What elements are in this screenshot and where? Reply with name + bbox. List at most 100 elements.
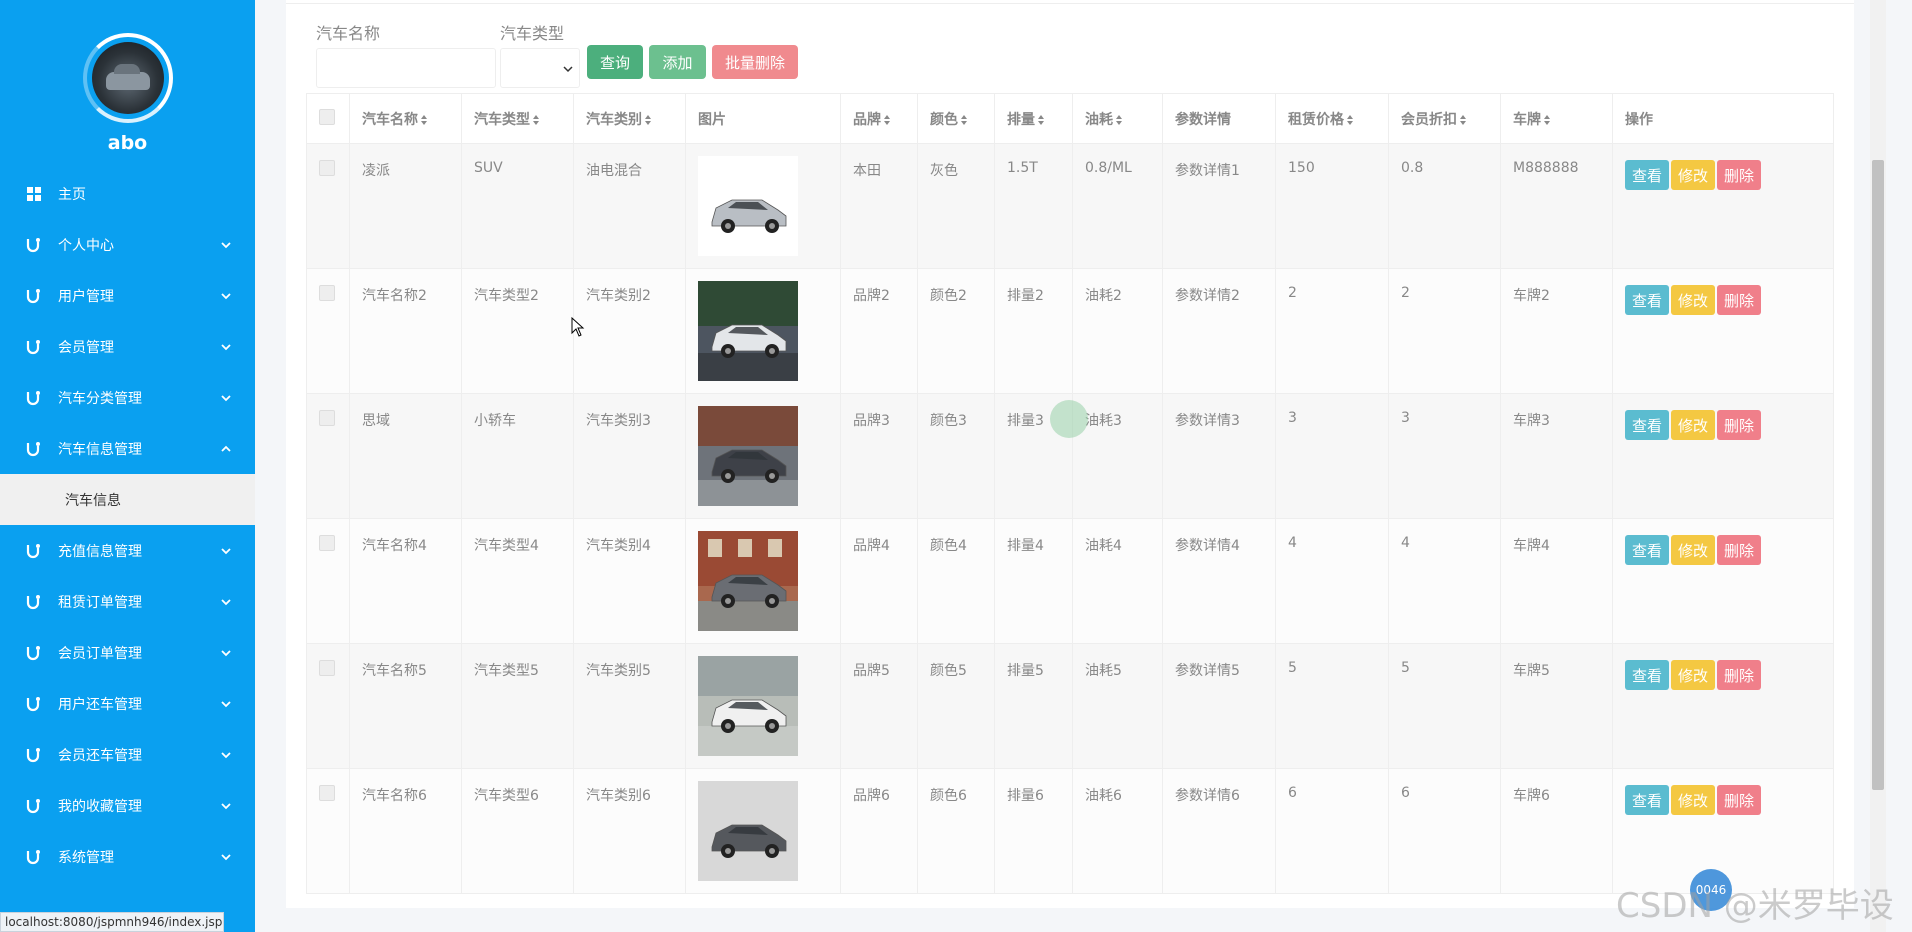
column-header[interactable]: 颜色 <box>917 93 995 144</box>
cell-price: 3 <box>1275 393 1389 519</box>
sort-icon[interactable] <box>1037 114 1045 126</box>
sidebar-item-label: 主页 <box>58 186 86 203</box>
car-image-cell <box>685 768 841 894</box>
add-button[interactable]: 添加 <box>649 45 706 79</box>
sidebar-item-label: 系统管理 <box>58 849 114 866</box>
sidebar-item-10[interactable]: 会员还车管理 <box>0 729 255 780</box>
edit-button[interactable]: 修改 <box>1671 285 1716 315</box>
sidebar-item-8[interactable]: 会员订单管理 <box>0 627 255 678</box>
view-button[interactable]: 查看 <box>1625 660 1670 690</box>
cell-displacement: 排量5 <box>994 643 1073 769</box>
row-checkbox[interactable] <box>319 660 335 676</box>
column-header[interactable]: 汽车名称 <box>349 93 462 144</box>
menu-icon <box>26 237 42 253</box>
scrollbar-thumb[interactable] <box>1872 160 1884 790</box>
row-checkbox[interactable] <box>319 160 335 176</box>
delete-button[interactable]: 删除 <box>1717 285 1762 315</box>
edit-button[interactable]: 修改 <box>1671 410 1716 440</box>
sort-icon[interactable] <box>1459 114 1467 126</box>
actions-cell: 查看 修改 删除 <box>1612 643 1834 769</box>
column-header[interactable]: 品牌 <box>840 93 918 144</box>
sort-icon[interactable] <box>1543 114 1551 126</box>
view-button[interactable]: 查看 <box>1625 535 1670 565</box>
column-header[interactable]: 车牌 <box>1500 93 1613 144</box>
scrollbar[interactable] <box>1870 0 1886 932</box>
row-checkbox[interactable] <box>319 785 335 801</box>
query-button[interactable]: 查询 <box>587 45 643 79</box>
row-select-cell <box>306 268 350 394</box>
cell-price: 6 <box>1275 768 1389 894</box>
cell-fuel: 油耗4 <box>1072 518 1163 644</box>
sidebar-item-7[interactable]: 租赁订单管理 <box>0 576 255 627</box>
submenu-item-car-info[interactable]: 汽车信息 <box>0 474 255 525</box>
car-photo-5 <box>698 656 798 756</box>
batch-delete-button[interactable]: 批量删除 <box>712 45 798 79</box>
cell-discount: 0.8 <box>1388 143 1501 269</box>
sort-icon[interactable] <box>1346 114 1354 126</box>
row-checkbox[interactable] <box>319 410 335 426</box>
sort-icon[interactable] <box>883 114 891 126</box>
chevron-up-icon <box>221 445 231 452</box>
menu-icon <box>26 594 42 610</box>
cell-plate: 车牌2 <box>1500 268 1613 394</box>
sidebar-item-label: 个人中心 <box>58 237 114 254</box>
sort-icon[interactable] <box>644 114 652 126</box>
sidebar-item-9[interactable]: 用户还车管理 <box>0 678 255 729</box>
view-button[interactable]: 查看 <box>1625 410 1670 440</box>
delete-button[interactable]: 删除 <box>1717 160 1762 190</box>
column-header[interactable]: 会员折扣 <box>1388 93 1501 144</box>
delete-button[interactable]: 删除 <box>1717 785 1762 815</box>
column-header[interactable]: 油耗 <box>1072 93 1163 144</box>
row-checkbox[interactable] <box>319 285 335 301</box>
car-image-cell <box>685 518 841 644</box>
sidebar-item-4[interactable]: 汽车分类管理 <box>0 372 255 423</box>
edit-button[interactable]: 修改 <box>1671 535 1716 565</box>
sort-icon[interactable] <box>960 114 968 126</box>
sidebar-item-3[interactable]: 会员管理 <box>0 321 255 372</box>
sidebar-item-2[interactable]: 用户管理 <box>0 270 255 321</box>
sidebar-item-label: 汽车分类管理 <box>58 390 142 407</box>
column-header[interactable]: 汽车类型 <box>461 93 574 144</box>
column-header-label: 汽车类别 <box>586 111 642 128</box>
column-header-label: 品牌 <box>853 111 881 128</box>
sort-icon[interactable] <box>532 114 540 126</box>
column-header-label: 颜色 <box>930 111 958 128</box>
cell-name: 汽车名称2 <box>349 268 462 394</box>
select-all-checkbox[interactable] <box>319 108 335 125</box>
name-input[interactable] <box>316 48 496 88</box>
sidebar-item-label: 租赁订单管理 <box>58 594 142 611</box>
type-select[interactable] <box>500 48 580 88</box>
delete-button[interactable]: 删除 <box>1717 410 1762 440</box>
sidebar-item-12[interactable]: 系统管理 <box>0 831 255 882</box>
sidebar-item-5[interactable]: 汽车信息管理 <box>0 423 255 474</box>
column-header[interactable]: 排量 <box>994 93 1073 144</box>
edit-button[interactable]: 修改 <box>1671 660 1716 690</box>
cell-plate: 车牌6 <box>1500 768 1613 894</box>
car-photo-4 <box>698 531 798 631</box>
sidebar-item-0[interactable]: 主页 <box>0 168 255 219</box>
view-button[interactable]: 查看 <box>1625 160 1670 190</box>
actions-cell: 查看 修改 删除 <box>1612 393 1834 519</box>
sidebar-item-1[interactable]: 个人中心 <box>0 219 255 270</box>
column-header[interactable]: 汽车类别 <box>573 93 686 144</box>
column-header[interactable]: 租赁价格 <box>1275 93 1389 144</box>
chevron-down-icon <box>221 241 231 248</box>
edit-button[interactable]: 修改 <box>1671 785 1716 815</box>
column-header-label: 会员折扣 <box>1401 111 1457 128</box>
sort-icon[interactable] <box>1115 114 1123 126</box>
cell-fuel: 油耗2 <box>1072 268 1163 394</box>
column-header: 图片 <box>685 93 841 144</box>
cell-discount: 2 <box>1388 268 1501 394</box>
edit-button[interactable]: 修改 <box>1671 160 1716 190</box>
delete-button[interactable]: 删除 <box>1717 660 1762 690</box>
sidebar-item-6[interactable]: 充值信息管理 <box>0 525 255 576</box>
sidebar-item-11[interactable]: 我的收藏管理 <box>0 780 255 831</box>
column-header-label: 参数详情 <box>1175 111 1231 128</box>
avatar[interactable] <box>92 42 164 114</box>
row-checkbox[interactable] <box>319 535 335 551</box>
view-button[interactable]: 查看 <box>1625 285 1670 315</box>
car-photo-3 <box>698 406 798 506</box>
delete-button[interactable]: 删除 <box>1717 535 1762 565</box>
sort-icon[interactable] <box>420 114 428 126</box>
view-button[interactable]: 查看 <box>1625 785 1670 815</box>
